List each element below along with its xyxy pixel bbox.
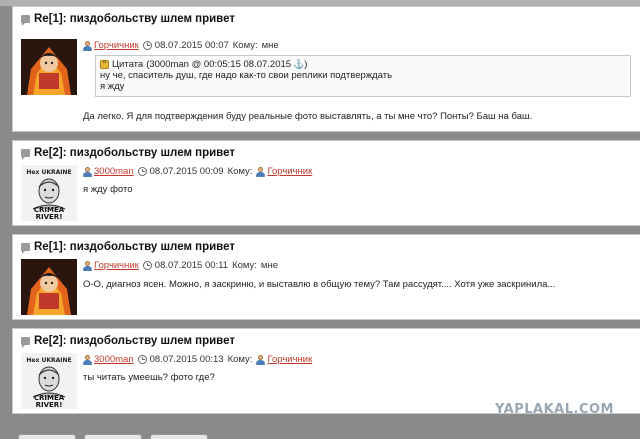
comment-icon — [21, 15, 30, 26]
post-body: ты читать умеешь? фото где? — [83, 372, 215, 383]
avatar-caption: RIVER! — [36, 401, 63, 409]
post-time: 08.07.2015 00:09 — [149, 166, 224, 177]
quote-header: “ Цитата (3000man @ 00:05:15 08.07.2015 … — [100, 59, 626, 70]
quote-label: Цитата — [112, 59, 144, 70]
user-icon — [83, 354, 92, 365]
user-icon — [83, 260, 92, 271]
user-icon — [83, 166, 92, 177]
post-title: Re[1]: пиздобольству шлем привет — [21, 13, 235, 26]
post-title-text: Re[1]: пиздобольству шлем привет — [34, 241, 235, 253]
clock-icon — [142, 261, 152, 270]
footer-button[interactable] — [18, 434, 76, 439]
avatar-caption: Hex UKRAINE — [26, 169, 71, 176]
recipient-link[interactable]: Горчичник — [267, 166, 312, 177]
quote-block: “ Цитата (3000man @ 00:05:15 08.07.2015 … — [95, 55, 631, 97]
post: Re[1]: пиздобольству шлем привет Горчичн… — [12, 234, 640, 320]
author-link[interactable]: 3000man — [94, 354, 134, 365]
post-title-text: Re[2]: пиздобольству шлем привет — [34, 147, 235, 159]
post-title: Re[2]: пиздобольству шлем привет — [21, 147, 235, 160]
anchor-icon[interactable]: ⚓ — [293, 59, 304, 70]
author-link[interactable]: 3000man — [94, 166, 134, 177]
comment-icon — [21, 337, 30, 348]
post-time: 08.07.2015 00:11 — [154, 260, 229, 271]
author-link[interactable]: Горчичник — [94, 260, 139, 271]
footer-button[interactable] — [84, 434, 142, 439]
post-title: Re[2]: пиздобольству шлем привет — [21, 335, 235, 348]
clock-icon — [137, 167, 147, 176]
post-meta: 3000man 08.07.2015 00:09 Кому: Горчичник — [83, 166, 312, 177]
to-label: Кому: — [227, 354, 253, 365]
watermark: YAPLAKAL.COM — [495, 402, 614, 417]
clock-icon — [137, 355, 147, 364]
to-label: Кому: — [232, 260, 257, 271]
avatar[interactable] — [21, 259, 77, 315]
post: Re[2]: пиздобольству шлем привет Hex UKR… — [12, 140, 640, 226]
post: Re[1]: пиздобольству шлем привет Горчичн… — [12, 6, 640, 132]
footer-button[interactable] — [150, 434, 208, 439]
post-time: 08.07.2015 00:07 — [154, 40, 229, 51]
author-link[interactable]: Горчичник — [94, 40, 139, 51]
avatar[interactable]: Hex UKRAINE CRIMEA RIVER! — [21, 353, 77, 409]
post-meta: Горчичник 08.07.2015 00:07 Кому: мне — [83, 40, 279, 51]
quote-line: ну че, спаситель душ, где надо как-то св… — [100, 70, 393, 81]
avatar-caption: Hex UKRAINE — [26, 357, 71, 364]
to-label: Кому: — [232, 40, 258, 51]
post-meta: 3000man 08.07.2015 00:13 Кому: Горчичник — [83, 354, 312, 365]
recipient-link[interactable]: Горчичник — [267, 354, 312, 365]
footer-buttons — [18, 434, 208, 439]
to-label: Кому: — [227, 166, 253, 177]
comment-icon — [21, 149, 30, 160]
quote-line: я жду — [100, 81, 125, 92]
clock-icon — [142, 41, 152, 50]
post-body: я жду фото — [83, 184, 133, 195]
avatar[interactable]: Hex UKRAINE CRIMEA RIVER! — [21, 165, 77, 221]
quote-source-close: ) — [304, 59, 308, 70]
post-title: Re[1]: пиздобольству шлем привет — [21, 241, 235, 254]
user-icon — [83, 40, 92, 51]
quote-icon: “ — [100, 60, 109, 69]
post-time: 08.07.2015 00:13 — [149, 354, 224, 365]
posts-list: Re[1]: пиздобольству шлем привет Горчичн… — [12, 6, 640, 422]
post-title-text: Re[1]: пиздобольству шлем привет — [34, 13, 235, 25]
comment-icon — [21, 243, 30, 254]
quote-source: (3000man @ 00:05:15 08.07.2015 — [146, 59, 292, 70]
avatar[interactable] — [21, 39, 77, 95]
user-icon — [256, 166, 266, 177]
post-meta: Горчичник 08.07.2015 00:11 Кому: мне — [83, 260, 278, 271]
to-recipient: мне — [260, 260, 278, 271]
post-body: О-О, диагноз ясен. Можно, я заскриню, и … — [83, 279, 556, 290]
to-recipient: мне — [261, 40, 279, 51]
avatar-caption: RIVER! — [36, 213, 63, 221]
user-icon — [256, 354, 266, 365]
post-title-text: Re[2]: пиздобольству шлем привет — [34, 335, 235, 347]
post-body: Да легко. Я для подтверждения буду реаль… — [83, 111, 533, 122]
